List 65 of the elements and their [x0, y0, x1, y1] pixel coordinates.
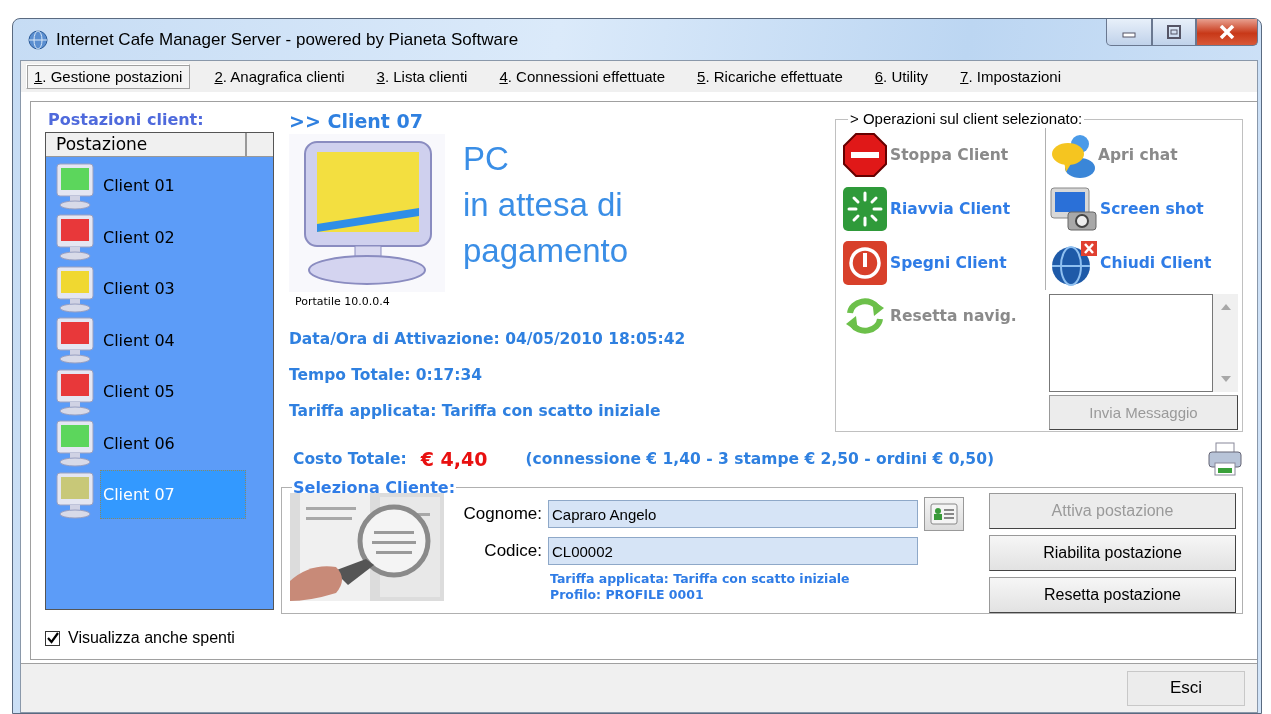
action-button[interactable]: Screen shot	[1050, 186, 1204, 232]
menu-tab[interactable]: 1. Gestione postazioni	[26, 64, 191, 89]
close-icon	[1218, 25, 1236, 39]
client-item[interactable]: Client 01	[100, 161, 246, 211]
exit-button[interactable]: Esci	[1127, 670, 1245, 706]
app-icon	[28, 29, 48, 50]
scroll-down-icon	[1220, 376, 1231, 382]
maximize-button[interactable]	[1152, 19, 1196, 46]
info-text: Profilo: PROFILE 0001	[550, 587, 705, 603]
cost-value: € 4,40	[420, 448, 488, 470]
checkbox[interactable]	[45, 630, 60, 646]
scrollbar[interactable]	[1213, 294, 1238, 392]
info-text: Tempo Totale: 0:17:34	[289, 365, 484, 386]
maximize-icon	[1166, 25, 1182, 39]
check-icon	[46, 632, 59, 644]
action-button[interactable]: Riavvia Client	[842, 186, 1011, 232]
field-label: Codice:	[483, 541, 542, 561]
menu-tab[interactable]: 7. Impostazioni	[952, 64, 1069, 89]
restart-icon	[842, 186, 888, 232]
client-item[interactable]: Client 06	[100, 418, 246, 468]
computer-caption: Portatile 10.0.0.4	[294, 295, 391, 308]
menu-tab[interactable]: 2. Anagrafica clienti	[206, 64, 353, 89]
action-button[interactable]: Spegni Client	[842, 240, 1007, 286]
client-item[interactable]: Client 04	[100, 315, 246, 365]
group-title: Seleziona Cliente:	[293, 478, 456, 497]
menu-tab[interactable]: 4. Connessioni effettuate	[491, 64, 674, 89]
power-icon	[842, 240, 888, 286]
contact-card-icon	[930, 503, 958, 525]
section-title: Postazioni client:	[47, 110, 205, 131]
client-item[interactable]: Client 02	[100, 212, 246, 262]
checkbox-label: Visualizza anche spenti	[68, 629, 235, 647]
action-button[interactable]: Chiudi Client	[1050, 240, 1212, 286]
print-button[interactable]	[1207, 441, 1243, 477]
action-button[interactable]: Resetta postazione	[989, 577, 1236, 613]
status-text: pagamento	[463, 231, 629, 271]
menu-tab[interactable]: 3. Lista clienti	[368, 64, 476, 89]
client-item[interactable]: Client 05	[100, 367, 246, 417]
surname-field[interactable]: Capraro Angelo	[548, 500, 918, 528]
computer-icon	[289, 134, 445, 292]
code-field[interactable]: CL00002	[548, 537, 918, 565]
menu-tab[interactable]: 5. Ricariche effettuate	[689, 64, 851, 89]
status-text: in attesa di	[463, 185, 624, 225]
info-text: Data/Ora di Attivazione: 04/05/2010 18:05:42	[289, 329, 687, 350]
printer-icon	[1207, 441, 1243, 477]
field-label: Cognome:	[462, 504, 542, 524]
client-heading: >> Client 07	[289, 110, 424, 134]
camera-icon	[1050, 186, 1098, 232]
stop-sign-icon	[842, 132, 888, 178]
contact-button[interactable]	[924, 497, 964, 531]
action-button[interactable]: Riabilita postazione	[989, 535, 1236, 571]
close-button[interactable]	[1196, 19, 1258, 46]
globe-close-icon	[1050, 240, 1098, 286]
chat-icon	[1050, 132, 1096, 178]
window-title: Internet Cafe Manager Server - powered by Pianeta Software	[56, 29, 519, 50]
menu-tab[interactable]: 6. Utility	[866, 64, 937, 89]
group-title: > Operazioni sul client selezionato:	[850, 110, 1083, 127]
minimize-button[interactable]	[1106, 19, 1152, 46]
info-text: Tariffa applicata: Tariffa con scatto iniziale	[289, 401, 662, 422]
client-item[interactable]: Client 03	[100, 264, 246, 314]
message-field[interactable]	[1049, 294, 1213, 392]
status-text: PC	[463, 139, 510, 179]
scroll-up-icon	[1220, 304, 1231, 310]
info-text: Tariffa applicata: Tariffa con scatto iniziale	[550, 571, 851, 587]
cost-label: Costo Totale:	[293, 449, 407, 470]
cost-detail: (connessione € 1,40 - 3 stampe € 2,50 - ordini € 0,50)	[525, 449, 995, 470]
